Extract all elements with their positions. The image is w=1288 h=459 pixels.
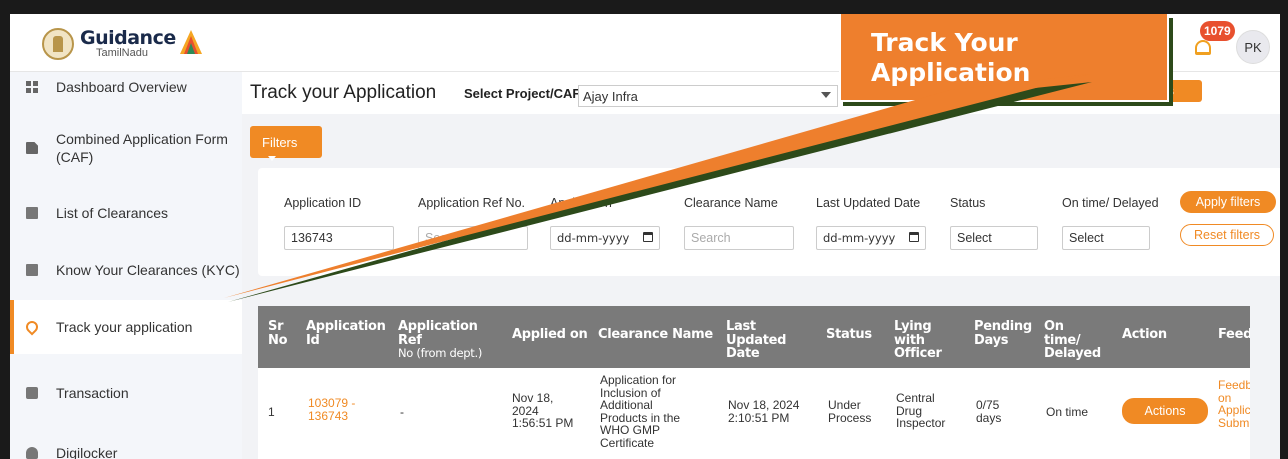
caret-down-icon [268,156,276,162]
cell-status: Under Process [828,398,872,425]
applied-on-value: dd-mm-yyyy [557,231,630,245]
user-avatar[interactable]: PK [1236,30,1270,64]
flame-logo-icon [180,30,202,54]
th-pending: Pending Days [974,319,1032,348]
cell-ontime: On time [1046,405,1089,419]
sidebar-item-transaction[interactable]: Transaction [10,378,242,408]
sidebar-item-label: Track your application [56,319,193,335]
cell-clearance: Application for Inclusion of Additional … [600,373,681,450]
project-select[interactable]: Ajay Infra [578,85,838,107]
chevron-down-icon [821,92,831,98]
sidebar-item-label: Dashboard Overview [56,79,187,95]
last-updated-label: Last Updated Date [816,196,921,210]
th-app-ref-sub: No (from dept.) [398,346,483,361]
th-feedback: Feedback [1218,328,1250,342]
card-icon [26,387,38,399]
cell-last-updated: Nov 18, 2024 2:10:51 PM [728,398,800,425]
status-select[interactable]: Select [950,226,1038,250]
ontime-select[interactable]: Select [1062,226,1150,250]
guidance-logo[interactable]: Guidance TamilNadu [42,28,202,60]
cell-app-ref: - [400,405,404,419]
notification-badge: 1079 [1200,21,1235,41]
callout-text: Track Your Application [871,28,1030,87]
filter-panel: Application ID 136743 Application Ref No… [258,168,1280,276]
header-actions: 1079 PK [1152,21,1270,64]
sidebar-item-label: Know Your Clearances (KYC) [56,262,240,278]
applied-on-date[interactable]: dd-mm-yyyy [550,226,660,250]
app-id-label: Application ID [284,196,362,210]
cell-lying: Central Drug Inspector [896,391,946,431]
apply-filters-button[interactable]: Apply filters [1180,191,1276,213]
ontime-label: On time/ Delayed [1062,196,1159,210]
th-app-id: Application Id [306,319,386,348]
logo-title: Guidance [80,27,176,49]
grid-icon [26,81,38,93]
th-sr: Sr No [268,319,288,348]
logo-subtitle: TamilNadu [96,47,148,59]
reset-filters-button[interactable]: Reset filters [1180,224,1274,246]
notification-bell-icon[interactable]: 1079 [1192,21,1235,59]
th-applied-on: Applied on [512,327,588,342]
clearance-input[interactable]: Search [684,226,794,250]
th-last-updated: Last Updated Date [726,319,787,362]
sidebar-item-clearances[interactable]: List of Clearances [10,198,242,228]
sidebar-item-label: List of Clearances [56,205,169,221]
tn-emblem-icon [42,28,74,60]
cloud-icon [26,447,38,459]
sidebar-item-digilocker[interactable]: Digilocker [10,438,242,459]
clearance-label: Clearance Name [684,196,778,210]
location-pin-icon [23,318,41,336]
app-ref-label: Application Ref No. [418,196,526,210]
project-select-label: Select Project/CAF [464,86,581,101]
sidebar-item-caf[interactable]: Combined Application Form (CAF) [10,128,242,168]
table-header: Sr No Application Id Application Ref No … [258,306,1250,368]
th-status: Status [826,327,872,342]
main-content: Track your Application Select Project/CA… [242,72,1280,459]
sidebar-item-label: Transaction [56,385,129,401]
cell-sr: 1 [268,405,275,419]
book-icon [26,264,38,276]
document-icon [26,142,38,154]
sidebar-item-label: Digilocker [56,445,118,459]
callout-line-2: Application [871,57,1031,87]
cell-app-id-link[interactable]: 103079 - 136743 [308,397,368,422]
applied-on-label: Applied On [550,196,612,210]
sidebar-item-dashboard[interactable]: Dashboard Overview [10,72,242,102]
app-ref-input[interactable]: Search [418,226,528,250]
th-app-ref-label: Application Ref [398,319,478,348]
th-action: Action [1122,327,1167,342]
th-lying: Lying with Officer [894,319,942,362]
bell-shape [1195,40,1211,55]
filters-button[interactable]: Filters [250,126,322,162]
sidebar-item-track[interactable]: Track your application [10,300,242,354]
project-select-value: Ajay Infra [583,89,638,104]
last-updated-value: dd-mm-yyyy [823,231,896,245]
th-ontime: On time/ Delayed [1044,319,1101,362]
status-label: Status [950,196,986,210]
page-title: Track your Application [250,82,437,103]
calendar-icon [643,232,653,242]
callout-line-1: Track Your [871,28,1018,57]
actions-button[interactable]: Actions [1122,398,1208,424]
th-app-ref: Application Ref No (from dept.) [398,320,498,361]
last-updated-date[interactable]: dd-mm-yyyy [816,226,926,250]
cell-feedback-link[interactable]: Feedback on Application Submission [1218,379,1250,439]
track-application-callout: Track Your Application [839,14,1169,102]
calendar-icon [909,232,919,242]
app-window: Guidance TamilNadu 1079 PK Dashboard Ove… [10,14,1280,459]
cell-pending: 0/75 days [976,398,1002,425]
sidebar: Dashboard Overview Combined Application … [10,72,242,459]
logo-text: Guidance TamilNadu [80,29,176,59]
sidebar-item-label: Combined Application Form (CAF) [56,130,228,165]
list-icon [26,207,38,219]
app-id-input[interactable]: 136743 [284,226,394,250]
applications-table: Sr No Application Id Application Ref No … [258,306,1250,459]
th-clearance: Clearance Name [598,327,713,342]
filters-label: Filters [262,135,298,150]
sidebar-item-kyc[interactable]: Know Your Clearances (KYC) [10,255,242,285]
cell-applied-on: Nov 18, 2024 1:56:51 PM [512,391,574,431]
